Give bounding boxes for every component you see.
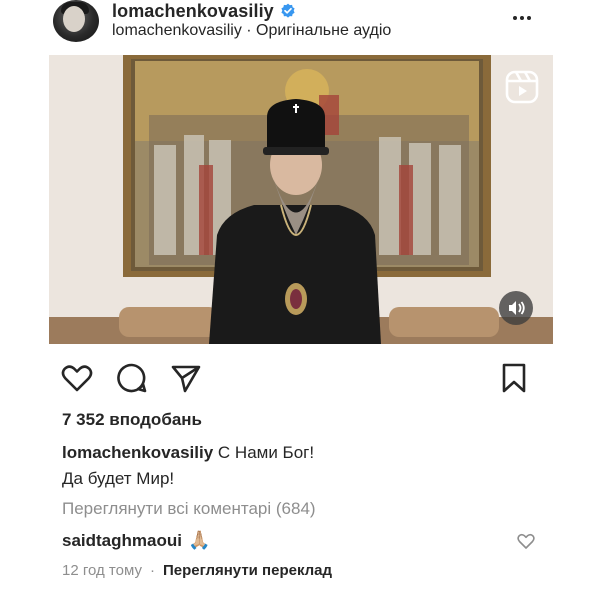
video-frame bbox=[49, 55, 553, 344]
timestamp: 12 год тому bbox=[62, 562, 142, 579]
more-options-icon[interactable] bbox=[510, 6, 534, 30]
post-video[interactable] bbox=[49, 55, 553, 344]
reels-icon bbox=[505, 70, 539, 104]
comment-like-heart-icon[interactable] bbox=[516, 531, 536, 551]
avatar[interactable] bbox=[53, 0, 99, 42]
bookmark-icon[interactable] bbox=[497, 361, 531, 395]
view-translation-link[interactable]: Переглянути переклад bbox=[163, 562, 332, 579]
verified-badge-icon bbox=[281, 3, 295, 18]
caption-line-1: lomachenkovasiliy С Нами Бог! bbox=[62, 443, 314, 463]
send-icon[interactable] bbox=[169, 361, 203, 395]
sound-button[interactable] bbox=[499, 291, 533, 325]
caption-text-2: Да будет Мир! bbox=[62, 469, 175, 488]
comment-meta: 12 год тому · Переглянути переклад bbox=[62, 562, 333, 579]
caption-text-1: С Нами Бог! bbox=[217, 443, 315, 462]
sound-icon bbox=[509, 301, 525, 315]
username-link[interactable]: lomachenkovasiliy bbox=[112, 1, 274, 22]
comment-emoji: 🙏🏼 bbox=[187, 530, 211, 550]
view-all-comments-link[interactable]: Переглянути всі коментарі (684) bbox=[62, 499, 316, 519]
caption-username[interactable]: lomachenkovasiliy bbox=[62, 443, 213, 462]
post-header: lomachenkovasiliy bbox=[112, 0, 296, 22]
comment-row: saidtaghmaoui 🙏🏼 bbox=[62, 530, 210, 551]
audio-subline[interactable]: lomachenkovasiliy · Оригінальне аудіо bbox=[112, 22, 391, 40]
comment-username[interactable]: saidtaghmaoui bbox=[62, 531, 182, 551]
comment-icon[interactable] bbox=[115, 361, 149, 395]
likes-count[interactable]: 7 352 вподобань bbox=[62, 410, 202, 430]
heart-icon[interactable] bbox=[60, 361, 94, 395]
